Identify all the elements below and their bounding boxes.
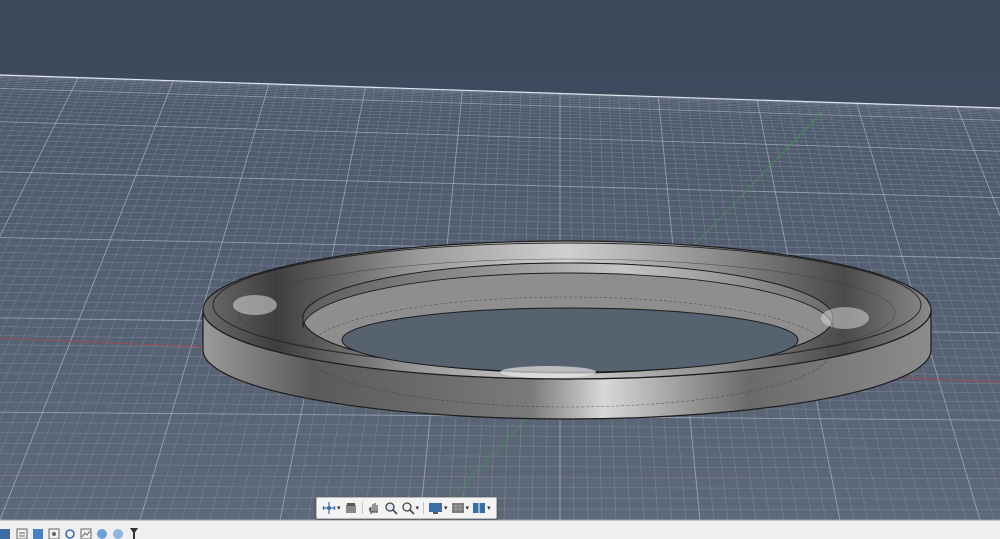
document-icon[interactable] bbox=[0, 528, 12, 539]
zoom-window-button[interactable]: ▾ bbox=[400, 499, 421, 517]
named-views-icon[interactable] bbox=[32, 528, 44, 539]
analysis-icon[interactable] bbox=[112, 528, 124, 539]
ring-highlight-right bbox=[821, 307, 869, 329]
render-icon[interactable] bbox=[96, 528, 108, 539]
browser-bar bbox=[0, 520, 1000, 539]
timeline-marker-icon[interactable] bbox=[128, 528, 140, 539]
chevron-down-icon[interactable]: ▾ bbox=[337, 505, 341, 512]
grid-snap-button[interactable]: ▾ bbox=[450, 499, 471, 517]
chevron-down-icon[interactable]: ▾ bbox=[466, 505, 470, 512]
display-settings-button[interactable]: ▾ bbox=[427, 499, 449, 517]
chevron-down-icon[interactable]: ▾ bbox=[444, 505, 448, 512]
ring-hole bbox=[341, 307, 799, 373]
look-at-icon bbox=[345, 503, 356, 513]
ring-highlight bbox=[500, 366, 596, 378]
3d-scene bbox=[0, 0, 1000, 520]
pan-icon bbox=[368, 503, 378, 514]
ring-model bbox=[202, 240, 932, 420]
zoom-window-icon bbox=[401, 502, 415, 515]
look-at-button[interactable] bbox=[343, 499, 359, 517]
pan-button[interactable] bbox=[366, 499, 382, 517]
3d-canvas-viewport[interactable]: ▾ ▾ ▾ ▾ ▾ bbox=[0, 0, 1000, 520]
viewports-button[interactable]: ▾ bbox=[471, 499, 492, 517]
orbit-button[interactable]: ▾ bbox=[321, 499, 342, 517]
chevron-down-icon[interactable]: ▾ bbox=[416, 505, 420, 512]
toolbar-separator bbox=[423, 502, 425, 514]
zoom-button[interactable] bbox=[383, 499, 399, 517]
display-settings-icon bbox=[429, 503, 443, 514]
navigation-toolbar: ▾ ▾ ▾ ▾ ▾ bbox=[316, 497, 497, 519]
unit-icon[interactable] bbox=[16, 528, 28, 539]
ring-highlight-left bbox=[233, 295, 277, 315]
analysis-icon[interactable] bbox=[80, 528, 92, 539]
chevron-down-icon[interactable]: ▾ bbox=[487, 505, 491, 512]
zoom-icon bbox=[384, 502, 398, 515]
settings-icon[interactable] bbox=[64, 528, 76, 539]
grid-snap-icon bbox=[451, 503, 464, 513]
orbit-icon bbox=[322, 502, 336, 514]
toolbar-separator bbox=[361, 502, 363, 514]
origin-icon[interactable] bbox=[48, 528, 60, 539]
viewports-icon bbox=[473, 503, 486, 513]
